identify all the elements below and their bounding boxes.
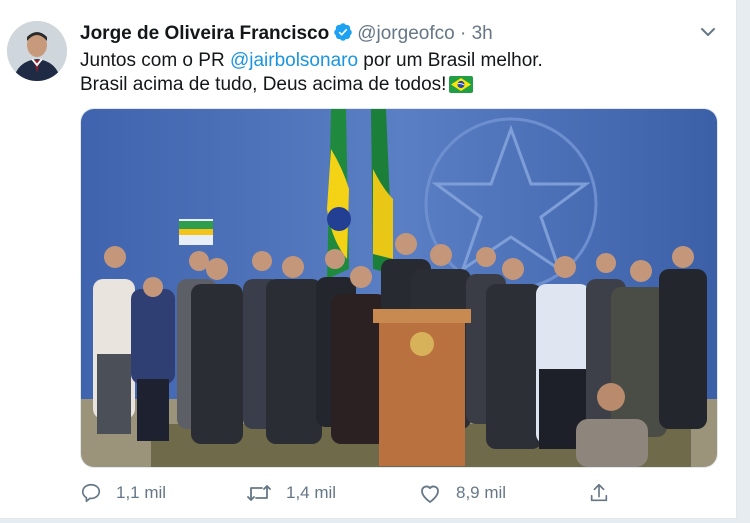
press-conference-photo — [81, 109, 717, 467]
mention-link[interactable]: @jairbolsonaro — [230, 50, 358, 71]
reply-icon — [81, 483, 101, 503]
text-prefix: Juntos com o PR — [80, 50, 230, 71]
avatar[interactable] — [7, 21, 67, 81]
tweet-header: Jorge de Oliveira Francisco @jorgeofco · … — [80, 22, 493, 48]
tweet-actions-bar: 1,1 mil 1,4 mil 8,9 mil — [80, 480, 640, 506]
text-line-2: Brasil acima de tudo, Deus acima de todo… — [80, 74, 447, 95]
retweet-icon — [247, 485, 271, 501]
like-count: 8,9 mil — [456, 483, 507, 502]
tweet-text-line-1: Juntos com o PR @jairbolsonaro por um Br… — [80, 49, 543, 73]
author-handle[interactable]: @jorgeofco — [357, 23, 454, 44]
retweet-button[interactable]: 1,4 mil — [246, 480, 336, 506]
separator-dot: · — [459, 23, 467, 44]
retweet-count: 1,4 mil — [286, 483, 337, 502]
like-button[interactable]: 8,9 mil — [418, 480, 506, 506]
like-icon — [421, 485, 439, 503]
tweet-text-line-2: Brasil acima de tudo, Deus acima de todo… — [80, 73, 543, 100]
tweet-media-photo[interactable] — [80, 108, 718, 468]
reply-count: 1,1 mil — [116, 483, 167, 502]
tweet-card[interactable]: Jorge de Oliveira Francisco @jorgeofco · … — [0, 0, 737, 519]
brazil-flag-icon — [449, 76, 474, 100]
author-name[interactable]: Jorge de Oliveira Francisco — [80, 23, 329, 44]
tweet-text: Juntos com o PR @jairbolsonaro por um Br… — [80, 49, 543, 100]
share-icon — [590, 483, 608, 502]
avatar-photo — [7, 21, 67, 81]
reply-button[interactable]: 1,1 mil — [80, 480, 166, 506]
verified-badge-icon — [333, 22, 353, 48]
tweet-timestamp[interactable]: 3h — [472, 23, 493, 44]
share-button[interactable] — [588, 480, 624, 506]
chevron-down-icon[interactable] — [696, 20, 720, 44]
text-suffix: por um Brasil melhor. — [358, 50, 543, 71]
